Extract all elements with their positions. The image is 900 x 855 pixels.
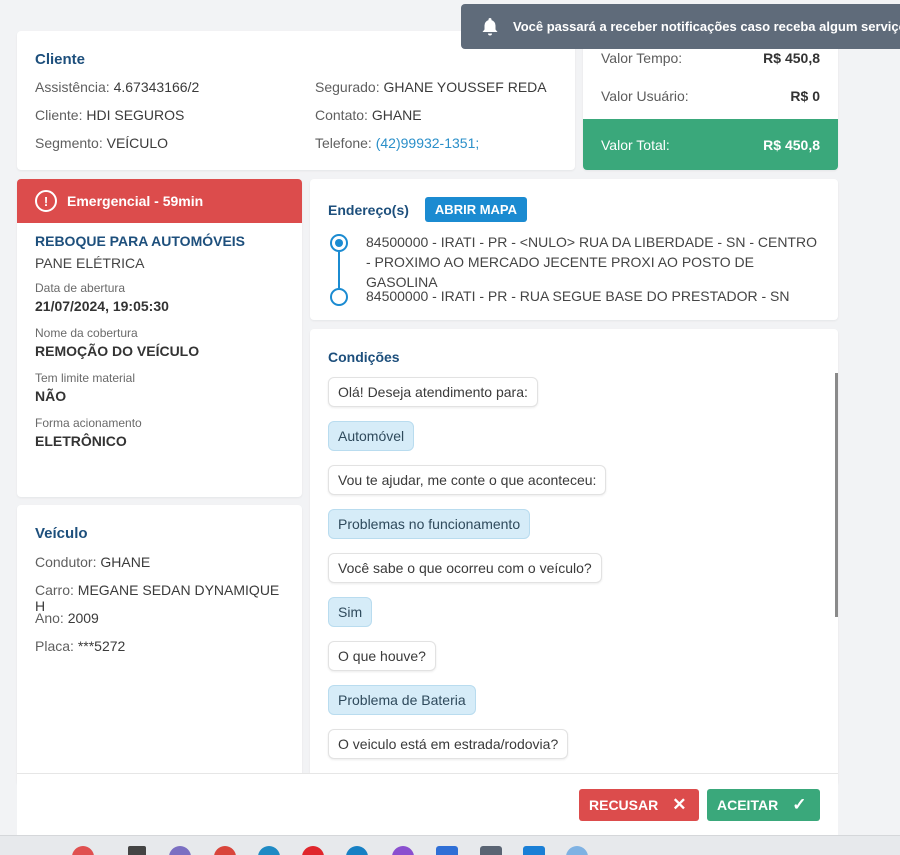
app-icon[interactable] bbox=[72, 846, 94, 855]
service-subtitle: PANE ELÉTRICA bbox=[35, 255, 145, 271]
app-icon[interactable] bbox=[566, 846, 588, 855]
chat-question: O veiculo está em estrada/rodovia? bbox=[328, 729, 569, 759]
app-icon[interactable] bbox=[169, 846, 191, 855]
conditions-scrollbar[interactable] bbox=[835, 373, 838, 617]
chat-question: O que houve? bbox=[328, 641, 436, 671]
close-icon: ✕ bbox=[672, 795, 687, 814]
chat-answer: Problemas no funcionamento bbox=[328, 509, 531, 539]
open-map-button[interactable]: ABRIR MAPA bbox=[424, 197, 528, 222]
conditions-card: Condições Olá! Deseja atendimento para: A… bbox=[310, 329, 838, 785]
address-list: 84500000 - IRATI - PR - <NULO> RUA DA LI… bbox=[328, 232, 820, 306]
user-value-row: Valor Usuário: R$ 0 bbox=[601, 88, 820, 104]
year-row: Ano: 2009 bbox=[35, 610, 99, 626]
emergency-badge: ! Emergencial - 59min bbox=[17, 179, 302, 223]
chat-question: Vou te ajudar, me conte o que aconteceu: bbox=[328, 465, 607, 495]
phone-row: Telefone: (42)99932-1351; bbox=[315, 135, 480, 151]
refuse-button[interactable]: RECUSAR ✕ bbox=[579, 789, 699, 821]
chat-answer: Problema de Bateria bbox=[328, 685, 476, 715]
vehicle-title: Veículo bbox=[35, 525, 88, 542]
app-icon[interactable] bbox=[523, 846, 545, 855]
app-icon[interactable] bbox=[480, 846, 502, 855]
accept-button[interactable]: ACEITAR ✓ bbox=[707, 789, 820, 821]
app-icon[interactable] bbox=[436, 846, 458, 855]
driver-row: Condutor: GHANE bbox=[35, 554, 151, 570]
segment-row: Segmento: VEÍCULO bbox=[35, 135, 169, 151]
origin-marker-icon bbox=[330, 234, 348, 252]
chat-answer: Sim bbox=[328, 597, 373, 627]
chat-question: Você sabe o que ocorreu com o veículo? bbox=[328, 553, 602, 583]
client-row: Cliente: HDI SEGUROS bbox=[35, 107, 185, 123]
bell-icon bbox=[481, 16, 499, 38]
activation-field: Forma acionamento ELETRÔNICO bbox=[35, 416, 142, 449]
app-icon[interactable] bbox=[346, 846, 368, 855]
contact-row: Contato: GHANE bbox=[315, 107, 422, 123]
client-card: Cliente Assistência: 4.67343166/2 Client… bbox=[17, 31, 575, 170]
chat-question: Olá! Deseja atendimento para: bbox=[328, 377, 538, 407]
origin-address: 84500000 - IRATI - PR - <NULO> RUA DA LI… bbox=[366, 234, 817, 290]
browser-icon[interactable] bbox=[214, 846, 236, 855]
assistance-row: Assistência: 4.67343166/2 bbox=[35, 79, 200, 95]
client-title: Cliente bbox=[35, 51, 86, 68]
coverage-field: Nome da cobertura REMOÇÃO DO VEÍCULO bbox=[35, 326, 200, 359]
service-title: REBOQUE PARA AUTOMÓVEIS bbox=[35, 233, 246, 249]
app-icon[interactable] bbox=[128, 846, 146, 855]
plate-row: Placa: ***5272 bbox=[35, 638, 126, 654]
route-line bbox=[338, 252, 340, 288]
alert-circle-icon: ! bbox=[35, 190, 57, 212]
check-icon: ✓ bbox=[792, 795, 807, 814]
app-icon[interactable] bbox=[258, 846, 280, 855]
app-icon[interactable] bbox=[392, 846, 414, 855]
values-panel: Valor Tempo: R$ 450,8 Valor Usuário: R$ … bbox=[583, 31, 838, 170]
conditions-title: Condições bbox=[328, 349, 400, 365]
destination-marker-icon bbox=[330, 288, 348, 306]
total-value-row: Valor Total: R$ 450,8 bbox=[583, 119, 838, 170]
service-card: ! Emergencial - 59min REBOQUE PARA AUTOM… bbox=[17, 179, 302, 497]
action-footer: RECUSAR ✕ ACEITAR ✓ bbox=[17, 773, 838, 835]
opening-date-field: Data de abertura 21/07/2024, 19:05:30 bbox=[35, 281, 169, 314]
notification-toast: Você passará a receber notificações caso… bbox=[461, 4, 900, 49]
address-title: Endereço(s) bbox=[328, 201, 409, 218]
vehicle-card: Veículo Condutor: GHANE Carro: MEGANE SE… bbox=[17, 505, 302, 785]
phone-link[interactable]: (42)99932-1351; bbox=[376, 135, 480, 151]
os-taskbar bbox=[0, 835, 900, 855]
conditions-chat: Olá! Deseja atendimento para: Automóvel Vo… bbox=[328, 377, 820, 773]
chat-answer: Automóvel bbox=[328, 421, 415, 451]
material-limit-field: Tem limite material NÃO bbox=[35, 371, 136, 404]
destination-address: 84500000 - IRATI - PR - RUA SEGUE BASE D… bbox=[366, 288, 790, 304]
address-card: Endereço(s) ABRIR MAPA 84500000 - IRATI … bbox=[310, 179, 838, 320]
browser-icon[interactable] bbox=[302, 846, 324, 855]
car-row: Carro: MEGANE SEDAN DYNAMIQUE H bbox=[35, 582, 280, 614]
toast-text: Você passará a receber notificações caso… bbox=[513, 19, 900, 34]
insured-row: Segurado: GHANE YOUSSEF REDA bbox=[315, 79, 547, 95]
